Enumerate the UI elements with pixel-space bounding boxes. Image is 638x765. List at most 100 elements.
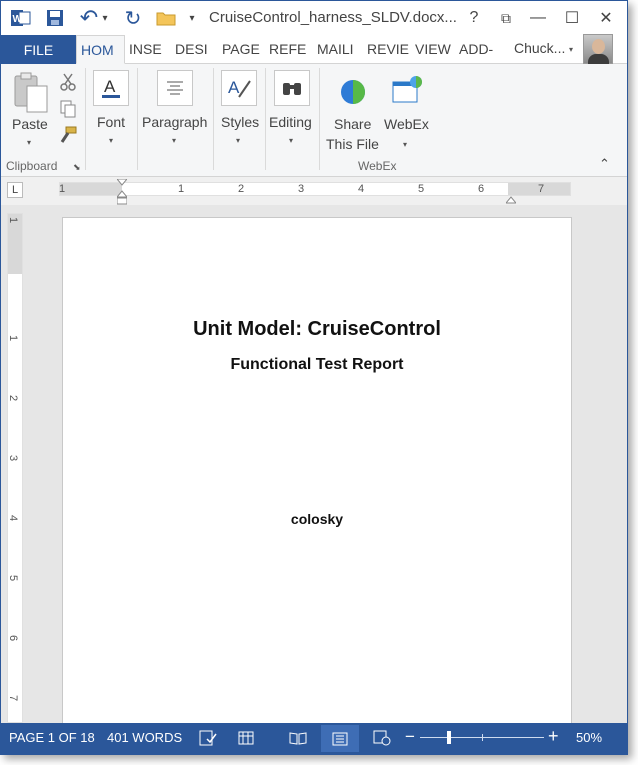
left-margin bbox=[60, 183, 122, 195]
ruler-number: 6 bbox=[7, 634, 20, 642]
font-dropdown-icon[interactable]: ▾ bbox=[109, 136, 113, 145]
paragraph-icon[interactable] bbox=[157, 70, 193, 106]
editing-button[interactable]: Editing bbox=[269, 114, 312, 130]
undo-icon[interactable]: ↶ bbox=[77, 5, 101, 30]
tab-design[interactable]: DESI bbox=[171, 35, 218, 63]
format-painter-icon[interactable] bbox=[59, 126, 77, 144]
svg-text:W: W bbox=[13, 14, 23, 25]
ruler-number: 1 bbox=[7, 216, 20, 224]
tab-mailings[interactable]: MAILI bbox=[313, 35, 363, 63]
proofing-icon[interactable] bbox=[197, 728, 219, 748]
webex-icon[interactable] bbox=[391, 74, 423, 106]
right-indent-marker-icon[interactable] bbox=[504, 191, 518, 204]
ruler-number: 7 bbox=[538, 183, 545, 195]
webex-group-label: WebEx bbox=[358, 159, 397, 173]
paragraph-button[interactable]: Paragraph bbox=[142, 114, 207, 130]
customize-qat-icon[interactable]: ▾ bbox=[185, 7, 199, 29]
zoom-in-button[interactable]: + bbox=[548, 726, 559, 747]
styles-dropdown-icon[interactable]: ▾ bbox=[236, 136, 240, 145]
horizontal-ruler[interactable]: 1 1 2 3 4 5 6 7 bbox=[59, 182, 571, 196]
tab-home[interactable]: HOM bbox=[76, 35, 125, 64]
ruler-number: 2 bbox=[238, 183, 245, 195]
clipboard-launcher-icon[interactable]: ⬊ bbox=[73, 162, 81, 173]
paragraph-dropdown-icon[interactable]: ▾ bbox=[172, 136, 176, 145]
share-file-label: This File bbox=[326, 136, 379, 152]
collapse-ribbon-icon[interactable]: ⌃ bbox=[599, 156, 610, 172]
print-layout-icon[interactable] bbox=[321, 725, 359, 752]
group-separator bbox=[137, 68, 138, 170]
svg-text:A: A bbox=[104, 77, 116, 96]
zoom-level[interactable]: 50% bbox=[576, 730, 602, 745]
group-separator bbox=[319, 68, 320, 170]
tab-insert[interactable]: INSE bbox=[125, 35, 171, 63]
document-subtitle: Functional Test Report bbox=[230, 356, 404, 373]
word-window: W ↶ ▾ ↻ ▾ CruiseControl_harness_SLDV.doc… bbox=[0, 0, 628, 755]
paste-button[interactable]: Paste bbox=[12, 116, 48, 132]
ruler-number: 5 bbox=[7, 574, 20, 582]
group-separator bbox=[265, 68, 266, 170]
font-button[interactable]: Font bbox=[97, 114, 125, 130]
close-icon[interactable]: ✕ bbox=[591, 5, 621, 31]
page-count[interactable]: PAGE 1 OF 18 bbox=[9, 730, 95, 745]
avatar[interactable] bbox=[583, 34, 613, 64]
tab-file[interactable]: FILE bbox=[1, 35, 76, 64]
binoculars-icon[interactable] bbox=[274, 70, 310, 106]
editing-dropdown-icon[interactable]: ▾ bbox=[289, 136, 293, 145]
ruler-number: 4 bbox=[358, 183, 365, 195]
maximize-icon[interactable]: ☐ bbox=[557, 5, 587, 31]
redo-icon[interactable]: ↻ bbox=[121, 7, 145, 30]
undo-dropdown-icon[interactable]: ▾ bbox=[99, 7, 111, 29]
ruler-number: 6 bbox=[478, 183, 485, 195]
zoom-slider-center-mark bbox=[482, 734, 483, 741]
vertical-ruler[interactable]: 1 1 2 3 4 5 6 7 bbox=[7, 213, 23, 723]
zoom-out-button[interactable]: − bbox=[405, 727, 415, 747]
styles-icon[interactable]: A bbox=[221, 70, 257, 106]
styles-button[interactable]: Styles bbox=[221, 114, 259, 130]
paste-icon[interactable] bbox=[9, 72, 51, 113]
document-page[interactable]: Unit Model: CruiseControl Functional Tes… bbox=[62, 217, 572, 737]
word-count[interactable]: 401 WORDS bbox=[107, 730, 182, 745]
ribbon-display-options-icon[interactable]: ⧉ bbox=[491, 5, 521, 31]
ruler-number: 4 bbox=[7, 514, 20, 522]
ruler-number: 3 bbox=[7, 454, 20, 462]
title-bar: W ↶ ▾ ↻ ▾ CruiseControl_harness_SLDV.doc… bbox=[1, 1, 627, 35]
share-file-icon[interactable] bbox=[339, 78, 367, 106]
tab-page-layout[interactable]: PAGE bbox=[218, 35, 265, 63]
minimize-icon[interactable]: — bbox=[523, 5, 553, 31]
tab-selector-icon[interactable]: L bbox=[7, 182, 23, 198]
ruler-bar: L 1 1 2 3 4 5 6 7 bbox=[1, 177, 627, 205]
read-mode-icon[interactable] bbox=[287, 728, 309, 748]
document-author: colosky bbox=[290, 511, 344, 527]
webex-button[interactable]: WebEx bbox=[384, 116, 429, 132]
paste-dropdown-icon[interactable]: ▾ bbox=[27, 138, 31, 147]
ruler-number: 5 bbox=[418, 183, 425, 195]
ribbon-home: Paste ▾ Clipboard ⬊ A Font ▾ Paragraph ▾… bbox=[1, 64, 627, 177]
document-title: Unit Model: CruiseControl bbox=[193, 318, 441, 340]
macro-recording-icon[interactable] bbox=[235, 728, 257, 748]
word-logo-icon[interactable]: W bbox=[9, 7, 33, 29]
webex-dropdown-icon[interactable]: ▾ bbox=[403, 140, 407, 149]
user-dropdown-icon[interactable]: ▾ bbox=[569, 45, 573, 54]
tab-review[interactable]: REVIE bbox=[363, 35, 411, 63]
user-name[interactable]: Chuck... bbox=[514, 40, 565, 56]
window-title: CruiseControl_harness_SLDV.docx... bbox=[209, 9, 457, 26]
cut-icon[interactable] bbox=[59, 73, 77, 91]
help-icon[interactable]: ? bbox=[459, 5, 489, 31]
ruler-number: 3 bbox=[298, 183, 305, 195]
web-layout-icon[interactable] bbox=[371, 728, 393, 748]
group-separator bbox=[85, 68, 86, 170]
font-icon[interactable]: A bbox=[93, 70, 129, 106]
ruler-number: 1 bbox=[178, 183, 185, 195]
tab-view[interactable]: VIEW bbox=[411, 35, 455, 63]
save-icon[interactable] bbox=[43, 7, 67, 29]
copy-icon[interactable] bbox=[59, 100, 77, 118]
group-separator bbox=[213, 68, 214, 170]
share-file-button[interactable]: Share bbox=[334, 116, 371, 132]
zoom-slider-thumb[interactable] bbox=[447, 731, 451, 744]
ruler-number: 2 bbox=[7, 394, 20, 402]
tab-references[interactable]: REFE bbox=[265, 35, 313, 63]
clipboard-group-label: Clipboard bbox=[6, 159, 58, 173]
open-folder-icon[interactable] bbox=[154, 7, 178, 29]
indent-marker-icon[interactable] bbox=[115, 178, 129, 205]
tab-add-ins[interactable]: ADD- bbox=[455, 35, 505, 63]
